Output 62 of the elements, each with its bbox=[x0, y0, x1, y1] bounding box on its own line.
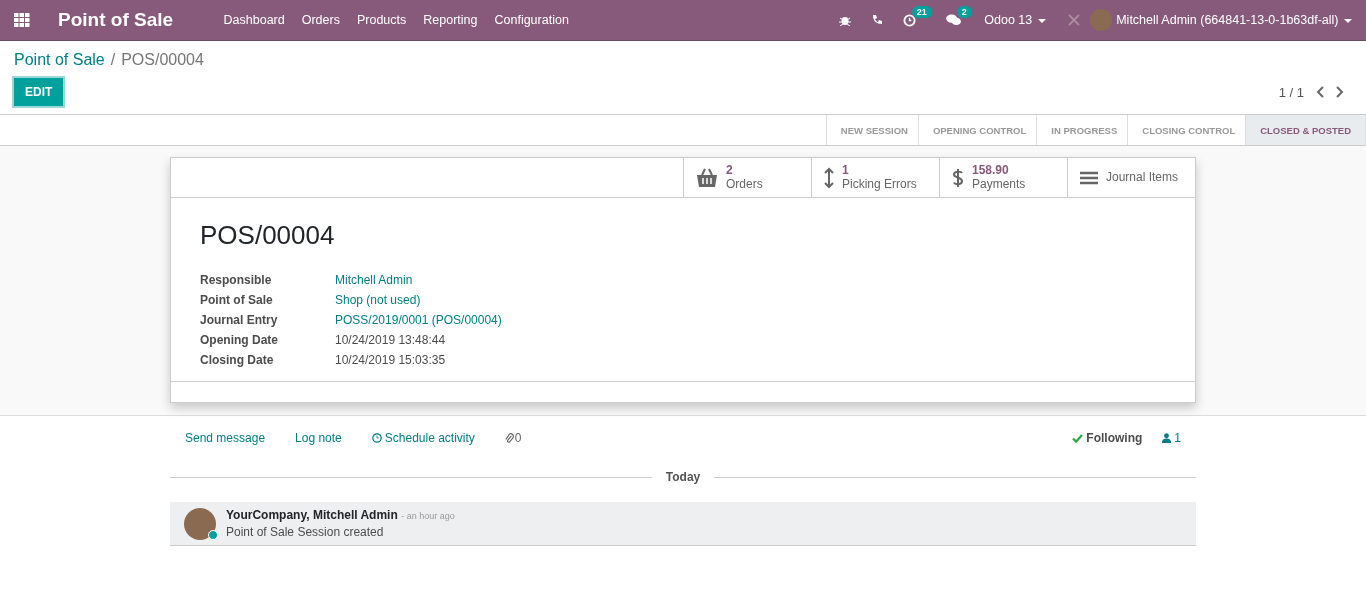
author-avatar bbox=[184, 508, 216, 540]
field-label: Point of Sale bbox=[200, 293, 274, 307]
previous-icon[interactable] bbox=[1316, 86, 1324, 98]
send-message-link[interactable]: Send message bbox=[185, 431, 266, 445]
smart-button[interactable]: Journal Items bbox=[1067, 158, 1195, 197]
menu-item[interactable]: Orders bbox=[293, 13, 349, 27]
stage-tab[interactable]: NEW SESSION bbox=[826, 115, 919, 145]
paperclip-icon bbox=[504, 432, 514, 444]
field-label: Opening Date bbox=[200, 333, 279, 347]
chat-icon[interactable] bbox=[945, 14, 961, 26]
stage-tab[interactable]: OPENING CONTROL bbox=[918, 115, 1038, 145]
field-value: 10/24/2019 15:03:35 bbox=[335, 353, 447, 367]
edit-button[interactable]: EDIT bbox=[14, 78, 64, 106]
menu-item[interactable]: Configuration bbox=[486, 13, 578, 27]
user-menu[interactable]: Mitchell Admin (664841-13-0-1b63df-all) bbox=[1112, 13, 1366, 27]
stage-tab[interactable]: CLOSED & POSTED bbox=[1246, 115, 1366, 145]
phone-icon[interactable] bbox=[870, 14, 883, 26]
log-note-link[interactable]: Log note bbox=[295, 431, 342, 445]
list-icon bbox=[1080, 170, 1098, 185]
check-icon bbox=[1072, 433, 1084, 443]
attachments-link[interactable]: 0 bbox=[504, 431, 522, 445]
next-icon[interactable] bbox=[1336, 86, 1344, 98]
caret-icon bbox=[1037, 18, 1046, 23]
pager-value: 1 / 1 bbox=[1278, 84, 1304, 100]
date-separator: Today bbox=[665, 470, 701, 484]
message-count-badge: 2 bbox=[956, 6, 972, 18]
field-value: 10/24/2019 13:48:44 bbox=[335, 333, 447, 347]
stage-tab[interactable]: IN PROGRESS bbox=[1037, 115, 1129, 145]
field-link[interactable]: Shop (not used) bbox=[335, 293, 1166, 307]
clock-icon bbox=[371, 433, 382, 443]
record-title: POS/00004 bbox=[200, 220, 336, 251]
caret-icon bbox=[1344, 18, 1352, 23]
message-author: YourCompany, Mitchell Admin bbox=[226, 508, 398, 522]
activity-count-badge: 21 bbox=[911, 5, 932, 18]
menu-item[interactable]: Products bbox=[348, 13, 415, 27]
smart-button[interactable]: 1 Picking Errors bbox=[811, 158, 939, 197]
menu-item[interactable]: Dashboard bbox=[215, 13, 294, 27]
schedule-activity-link[interactable]: Schedule activity bbox=[371, 431, 475, 445]
followers-button[interactable]: 1 bbox=[1162, 431, 1181, 445]
app-title: Point of Sale bbox=[58, 9, 174, 31]
apps-grid-icon[interactable] bbox=[14, 13, 30, 27]
basket-icon bbox=[696, 167, 718, 188]
message-body: Point of Sale Session created bbox=[226, 525, 385, 539]
field-link[interactable]: Mitchell Admin bbox=[335, 273, 1166, 287]
database-dropdown[interactable]: Odoo 13 bbox=[975, 13, 1055, 27]
message-time: - an hour ago bbox=[401, 511, 455, 521]
breadcrumb-current: POS/00004 bbox=[121, 51, 204, 69]
field-label: Closing Date bbox=[200, 353, 275, 367]
breadcrumb-link[interactable]: Point of Sale bbox=[14, 51, 105, 69]
following-button[interactable]: Following bbox=[1072, 431, 1143, 445]
vertical-arrows-icon bbox=[824, 166, 834, 189]
smart-button[interactable]: 2 Orders bbox=[683, 158, 811, 197]
smart-button[interactable]: 158.90 Payments bbox=[939, 158, 1067, 197]
field-label: Journal Entry bbox=[200, 313, 279, 327]
breadcrumb-separator: / bbox=[110, 51, 116, 69]
field-link[interactable]: POSS/2019/0001 (POS/00004) bbox=[335, 313, 1166, 327]
bug-icon[interactable] bbox=[838, 14, 851, 26]
field-label: Responsible bbox=[200, 273, 273, 287]
menu-item[interactable]: Reporting bbox=[414, 13, 486, 27]
person-icon bbox=[1162, 433, 1172, 443]
clock-icon[interactable] bbox=[902, 13, 916, 27]
dollar-icon bbox=[952, 166, 964, 189]
